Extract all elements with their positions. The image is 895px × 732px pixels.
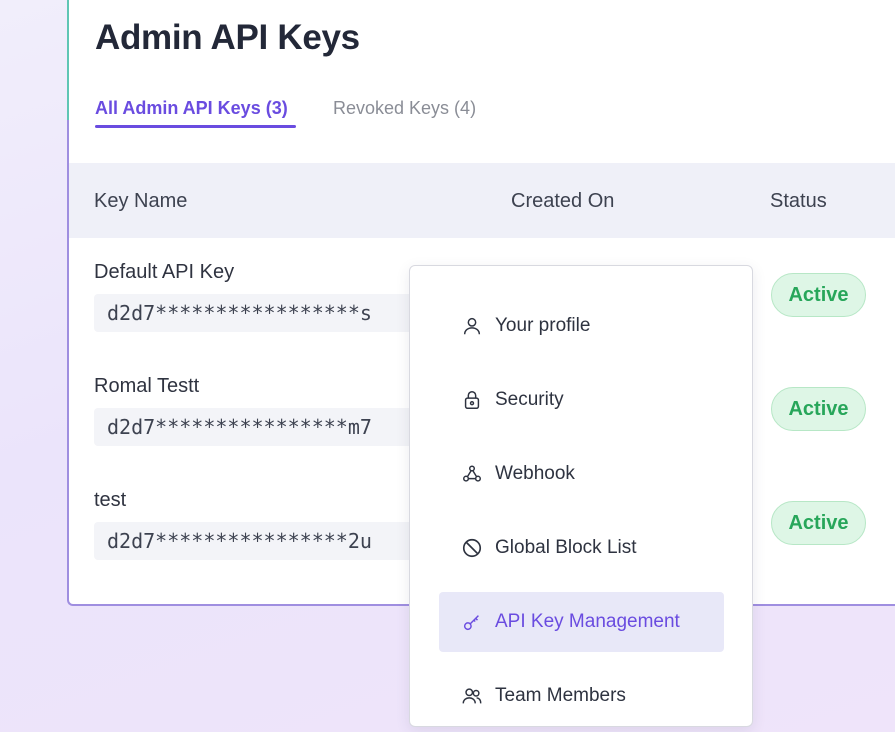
masked-key-value: d2d7*****************s	[94, 294, 424, 332]
menu-item-team-members[interactable]: Team Members	[439, 666, 724, 726]
user-icon	[461, 315, 483, 337]
column-header-created-on: Created On	[511, 190, 615, 212]
masked-key-value: d2d7****************2u	[94, 522, 424, 560]
lock-icon	[461, 389, 483, 411]
webhook-icon	[461, 463, 483, 485]
account-dropdown-menu: Your profile Security Webhook Global Blo…	[409, 265, 753, 727]
menu-item-global-block-list[interactable]: Global Block List	[439, 518, 724, 578]
key-icon	[461, 611, 483, 633]
column-header-key-name: Key Name	[94, 190, 188, 212]
status-badge: Active	[771, 387, 866, 431]
menu-item-webhook[interactable]: Webhook	[439, 444, 724, 504]
active-tab-indicator	[95, 125, 296, 128]
key-name: Default API Key	[94, 261, 235, 283]
menu-item-label: Security	[495, 389, 564, 410]
table-header: Key Name Created On Status	[69, 163, 895, 238]
menu-item-security[interactable]: Security	[439, 370, 724, 430]
tab-revoked-keys[interactable]: Revoked Keys (4)	[333, 98, 476, 119]
block-icon	[461, 537, 483, 559]
menu-item-label: Team Members	[495, 685, 626, 706]
menu-item-label: API Key Management	[495, 611, 680, 632]
key-name: Romal Testt	[94, 375, 200, 397]
menu-item-your-profile[interactable]: Your profile	[439, 296, 724, 356]
menu-item-api-key-management[interactable]: API Key Management	[439, 592, 724, 652]
team-icon	[461, 685, 483, 707]
tab-all-admin-api-keys[interactable]: All Admin API Keys (3)	[95, 98, 288, 119]
page-title: Admin API Keys	[95, 18, 360, 57]
status-badge: Active	[771, 273, 866, 317]
masked-key-value: d2d7****************m7	[94, 408, 424, 446]
menu-item-label: Webhook	[495, 463, 575, 484]
menu-item-label: Your profile	[495, 315, 591, 336]
column-header-status: Status	[770, 190, 827, 212]
status-badge: Active	[771, 501, 866, 545]
key-name: test	[94, 489, 127, 511]
menu-item-label: Global Block List	[495, 537, 637, 558]
